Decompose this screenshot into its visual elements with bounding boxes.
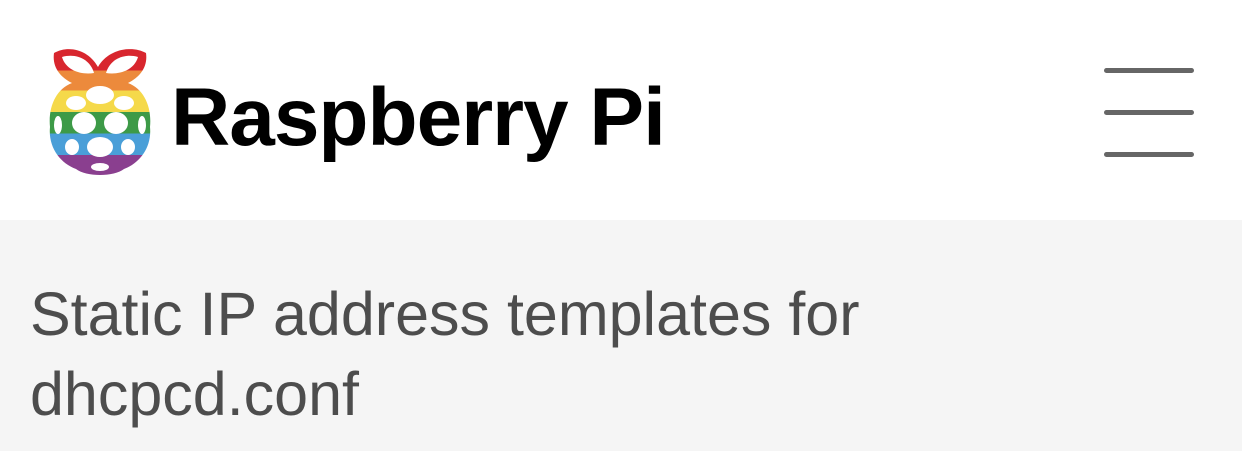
hamburger-menu-icon[interactable] [1104,66,1196,160]
page-title-banner: Static IP address templates for dhcpcd.c… [0,220,1242,451]
site-header: Raspberry Pi [0,0,1242,220]
menu-bar [1104,110,1194,115]
page-title: Static IP address templates for dhcpcd.c… [30,280,860,428]
brand-name[interactable]: Raspberry Pi [171,68,666,168]
menu-bar [1104,152,1194,157]
raspberry-pi-logo-icon[interactable] [48,45,152,179]
menu-bar [1104,68,1194,73]
